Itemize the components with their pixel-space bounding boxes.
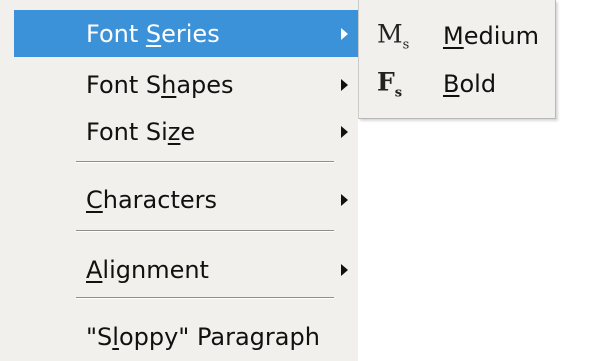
menu-separator (76, 297, 334, 299)
menu-item-label: Characters (86, 185, 217, 214)
submenu-item-label: Medium (443, 22, 539, 50)
submenu-item-medium[interactable]: Ms Medium (359, 14, 555, 58)
menu-separator (76, 161, 334, 163)
menu-item-label: Font Series (86, 19, 220, 48)
menu-item-label: "Sloppy" Paragraph (86, 322, 320, 351)
submenu-arrow-icon (341, 125, 348, 138)
menu-item-font-size[interactable]: Font Size (14, 108, 358, 155)
menu-separator (76, 230, 334, 232)
menu-item-characters[interactable]: Characters (14, 176, 358, 223)
menu-item-alignment[interactable]: Alignment (14, 246, 358, 293)
menu-item-sloppy-paragraph[interactable]: "Sloppy" Paragraph (14, 313, 358, 360)
menu-item-font-shapes[interactable]: Font Shapes (14, 61, 358, 108)
submenu-arrow-icon (341, 263, 348, 276)
submenu-item-label: Bold (443, 70, 497, 98)
menu-item-font-series[interactable]: Font Series (14, 10, 358, 57)
menu-item-label: Font Size (86, 117, 196, 146)
medium-series-icon: Ms (377, 19, 410, 53)
font-series-submenu: Ms Medium Fs Bold (358, 0, 556, 119)
bold-series-icon: Fs (377, 67, 403, 101)
menu-item-label: Font Shapes (86, 70, 234, 99)
context-menu: Font Series Font Shapes Font Size Charac… (0, 0, 358, 361)
submenu-arrow-icon (341, 78, 348, 91)
submenu-arrow-icon (341, 193, 348, 206)
submenu-arrow-icon (341, 27, 348, 40)
submenu-item-bold[interactable]: Fs Bold (359, 62, 555, 106)
menu-item-label: Alignment (86, 255, 209, 284)
